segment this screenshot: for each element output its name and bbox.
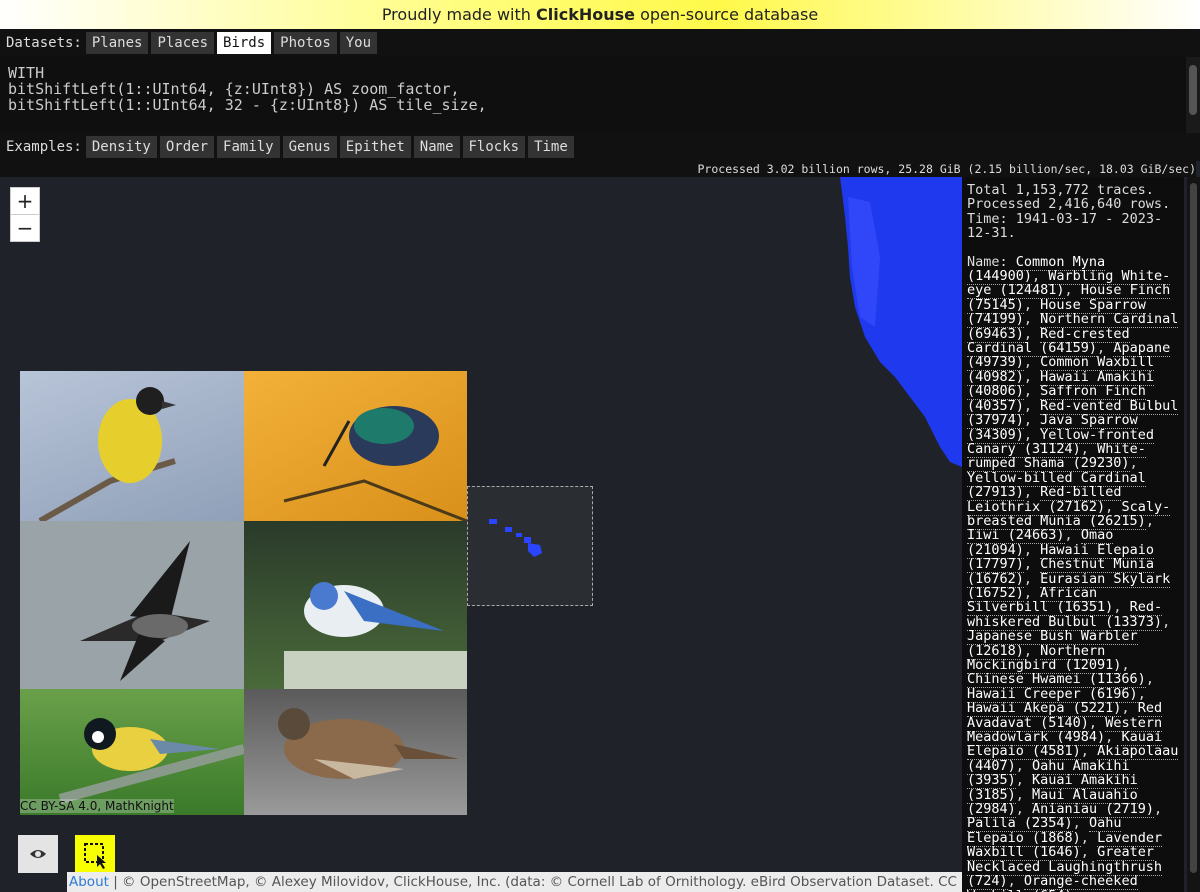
bird-photo-sunbird	[244, 371, 467, 521]
query-line: bitShiftLeft(1::UInt64, {z:UInt8}) AS zo…	[8, 80, 460, 98]
query-scrollbar[interactable]	[1186, 57, 1200, 133]
example-epithet-button[interactable]: Epithet	[339, 136, 411, 158]
bird-photo-blue-jay	[244, 521, 467, 689]
banner-suffix: open-source database	[634, 5, 819, 24]
eye-icon	[30, 850, 46, 858]
promo-banner[interactable]: Proudly made with ClickHouse open-source…	[0, 0, 1200, 29]
dataset-tab-photos[interactable]: Photos	[274, 32, 337, 54]
results-scrollbar[interactable]	[1187, 177, 1200, 892]
time-range: Time: 1941-03-17 - 2023-12-31.	[967, 212, 1180, 241]
photo-credit: CC BY-SA 4.0, MathKnight	[20, 799, 174, 813]
box-select-button[interactable]	[75, 835, 115, 873]
banner-prefix: Proudly made with	[381, 5, 536, 24]
query-stats: Processed 3.02 billion rows, 25.28 GiB (…	[0, 161, 1196, 177]
example-order-button[interactable]: Order	[159, 136, 215, 158]
dataset-tab-places[interactable]: Places	[151, 32, 215, 54]
about-link[interactable]: About	[69, 874, 109, 890]
query-line: bitShiftLeft(1::UInt64, 32 - {z:UInt8}) …	[8, 96, 487, 114]
examples-label: Examples:	[6, 139, 82, 155]
example-density-button[interactable]: Density	[85, 136, 157, 158]
example-name-button[interactable]: Name	[413, 136, 460, 158]
bird-photo-great-tit	[20, 689, 244, 815]
zoom-in-button[interactable]: +	[10, 187, 40, 215]
bird-photo-weaver	[20, 371, 244, 521]
results-panel: Total 1,153,772 traces. Processed 2,416,…	[962, 177, 1184, 892]
selection-cursor-icon	[84, 843, 106, 869]
house-sparrow-icon	[278, 708, 459, 779]
bird-photo-collage: CC BY-SA 4.0, MathKnight	[20, 371, 467, 815]
crow-icon	[80, 541, 210, 681]
bird-photo-house-sparrow	[244, 689, 467, 815]
query-editor[interactable]: WITH bitShiftLeft(1::UInt64, {z:UInt8}) A…	[0, 57, 1186, 133]
examples-bar: Examples: Density Order Family Genus Epi…	[0, 133, 1200, 161]
dataset-tab-planes[interactable]: Planes	[85, 32, 149, 54]
total-traces: Total 1,153,772 traces.	[967, 182, 1154, 198]
banner-brand[interactable]: ClickHouse	[536, 5, 635, 24]
toggle-visibility-button[interactable]	[18, 835, 58, 873]
dataset-tab-birds[interactable]: Birds	[217, 32, 272, 54]
datasets-bar: Datasets: Planes Places Birds Photos You	[0, 29, 1200, 57]
blue-jay-icon	[284, 582, 467, 689]
example-flocks-button[interactable]: Flocks	[462, 136, 526, 158]
selection-rectangle[interactable]	[467, 486, 593, 606]
sunbird-icon	[283, 406, 467, 521]
example-genus-button[interactable]: Genus	[282, 136, 337, 158]
example-family-button[interactable]: Family	[217, 136, 280, 158]
dataset-tab-you[interactable]: You	[339, 32, 378, 54]
example-time-button[interactable]: Time	[528, 136, 574, 158]
attribution-text: | © OpenStreetMap, © Alexey Milovidov, C…	[108, 874, 962, 890]
bird-name-list: Name: Common Myna (144900), Warbling Whi…	[967, 253, 1180, 892]
bird-photo-crow	[20, 521, 244, 689]
weaver-bird-icon	[38, 387, 176, 521]
zoom-out-button[interactable]: −	[10, 214, 40, 242]
map-attribution: About | © OpenStreetMap, © Alexey Milovi…	[67, 872, 962, 892]
query-scroll-thumb[interactable]	[1189, 65, 1197, 115]
great-tit-icon	[58, 718, 244, 804]
map-canvas[interactable]: + − CC BY-SA 4.0, MathKnight	[0, 177, 962, 892]
processed-rows: Processed 2,416,640 rows.	[967, 196, 1171, 213]
results-scroll-thumb[interactable]	[1190, 183, 1197, 873]
datasets-label: Datasets:	[6, 35, 82, 51]
query-line: WITH	[8, 64, 45, 82]
